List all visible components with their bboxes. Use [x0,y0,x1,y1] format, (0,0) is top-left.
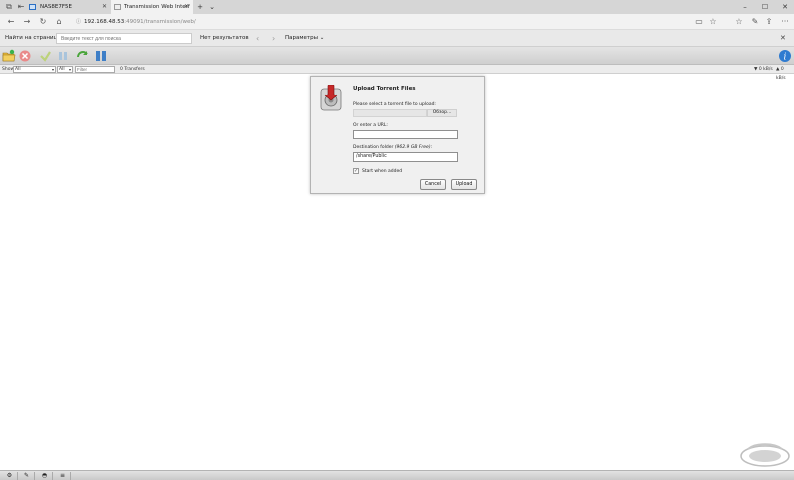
find-results-text: Нет результатов [200,35,249,41]
favorite-star-icon[interactable]: ☆ [706,15,720,29]
status-filter-select[interactable]: All ▾ [13,66,56,73]
dialog-title: Upload Torrent Files [353,86,416,92]
forward-arrow-icon[interactable]: → [20,15,34,29]
home-icon[interactable]: ⌂ [52,15,66,29]
start-when-added-label: Start when added [362,169,403,174]
share-icon[interactable]: ⇪ [762,15,776,29]
browse-button[interactable]: Обзор... [427,109,457,117]
close-window-icon[interactable]: ✕ [776,0,794,14]
tracker-filter-value: All [59,67,65,72]
tab-transmission[interactable]: Transmission Web Interf ✕ [111,0,193,14]
info-icon[interactable]: i [778,49,792,63]
open-folder-icon[interactable] [2,49,16,63]
filter-input[interactable] [75,66,115,73]
checkmark-icon: ✓ [354,168,359,174]
resume-all-icon[interactable] [76,49,90,63]
destination-label-colon: : [430,145,433,150]
cancel-button[interactable]: Cancel [420,179,446,190]
more-menu-icon[interactable]: ··· [778,15,792,29]
gear-icon[interactable]: ⚙ [2,472,18,480]
find-options-button[interactable]: Параметры ⌄ [285,30,324,47]
svg-text:i: i [784,53,787,63]
download-speed: ▼ 0 kB/s [754,67,773,72]
address-bar: ← → ↻ ⌂ ⓘ 192.168.48.53:49091/transmissi… [0,14,794,30]
notes-pen-icon[interactable]: ✎ [748,15,762,29]
maximize-icon[interactable]: ☐ [756,0,774,14]
sort-icon[interactable]: ≡ [55,472,71,480]
remove-icon[interactable] [18,49,32,63]
turtle-icon[interactable]: ◓ [37,472,53,480]
chevron-down-icon[interactable]: ⌄ [206,0,218,14]
torrent-url-input[interactable] [353,130,458,139]
chevron-down-icon: ▾ [51,67,54,72]
close-icon[interactable]: ✕ [184,0,189,14]
reading-view-icon[interactable]: ▭ [692,15,706,29]
back-arrow-icon[interactable]: ← [4,15,18,29]
url-host: 192.168.48.53 [84,19,125,25]
page-icon [114,4,121,10]
transfer-count: 0 Transfers [120,67,145,72]
destination-label: Destination folder (962.9 GB Free): [353,145,432,150]
tracker-filter-select[interactable]: All ▾ [57,66,73,73]
wrench-icon[interactable]: ✎ [19,472,35,480]
upload-dialog: Upload Torrent Files Please select a tor… [310,76,485,194]
pause-icon[interactable] [56,49,70,63]
start-when-added-checkbox[interactable]: ✓ [353,168,359,174]
find-on-page-bar: Найти на странице Нет результатов ‹ › Па… [0,30,794,47]
tab-nas[interactable]: NAS8E7F5E ✕ [26,0,111,14]
pause-all-icon[interactable] [94,49,108,63]
upload-speed: ▲ 0 kB/s [776,67,786,81]
chevron-down-icon: ▾ [68,67,71,72]
favorites-hub-icon[interactable]: ☆ [732,15,746,29]
tab-strip: ⧉ ⇤ NAS8E7F5E ✕ Transmission Web Interf … [0,0,794,14]
filter-bar: Show All▾ All▾ 0 Transfers ▼ 0 kB/s ▲ 0 … [0,65,794,81]
chevron-left-icon[interactable]: ‹ [256,30,259,47]
tab-label: Transmission Web Interf [124,4,190,10]
minimize-icon[interactable]: – [736,0,754,14]
info-icon: ⓘ [76,19,82,25]
watermark-logo [740,443,790,467]
find-label: Найти на странице [5,35,61,41]
resume-icon[interactable] [38,49,52,63]
url-path: :49091/transmission/web/ [124,19,196,25]
refresh-icon[interactable]: ↻ [36,15,50,29]
destination-label-text: Destination folder [353,145,394,150]
upload-button[interactable]: Upload [451,179,477,190]
page-icon [29,4,36,10]
bottom-bar: ⚙ ✎ ◓ ≡ [0,470,794,480]
destination-folder-input[interactable]: /share/Public [353,152,458,162]
tab-label: NAS8E7F5E [40,4,72,10]
close-icon[interactable]: ✕ [780,30,786,47]
file-select-label: Please select a torrent file to upload: [353,102,436,107]
free-space-text: (962.9 GB Free) [394,145,431,150]
find-options-label: Параметры [285,35,318,41]
chevron-right-icon[interactable]: › [272,30,275,47]
find-input[interactable] [56,33,192,44]
transmission-toolbar: i [0,47,794,65]
close-icon[interactable]: ✕ [102,0,107,14]
chevron-down-icon: ⌄ [319,35,325,41]
url-field[interactable]: ⓘ 192.168.48.53:49091/transmission/web/ [74,16,674,28]
status-filter-value: All [15,67,21,72]
new-tab-button[interactable]: + [194,0,206,14]
url-label: Or enter a URL: [353,123,388,128]
transmission-logo-icon [320,85,342,111]
file-path-field[interactable] [353,109,427,117]
